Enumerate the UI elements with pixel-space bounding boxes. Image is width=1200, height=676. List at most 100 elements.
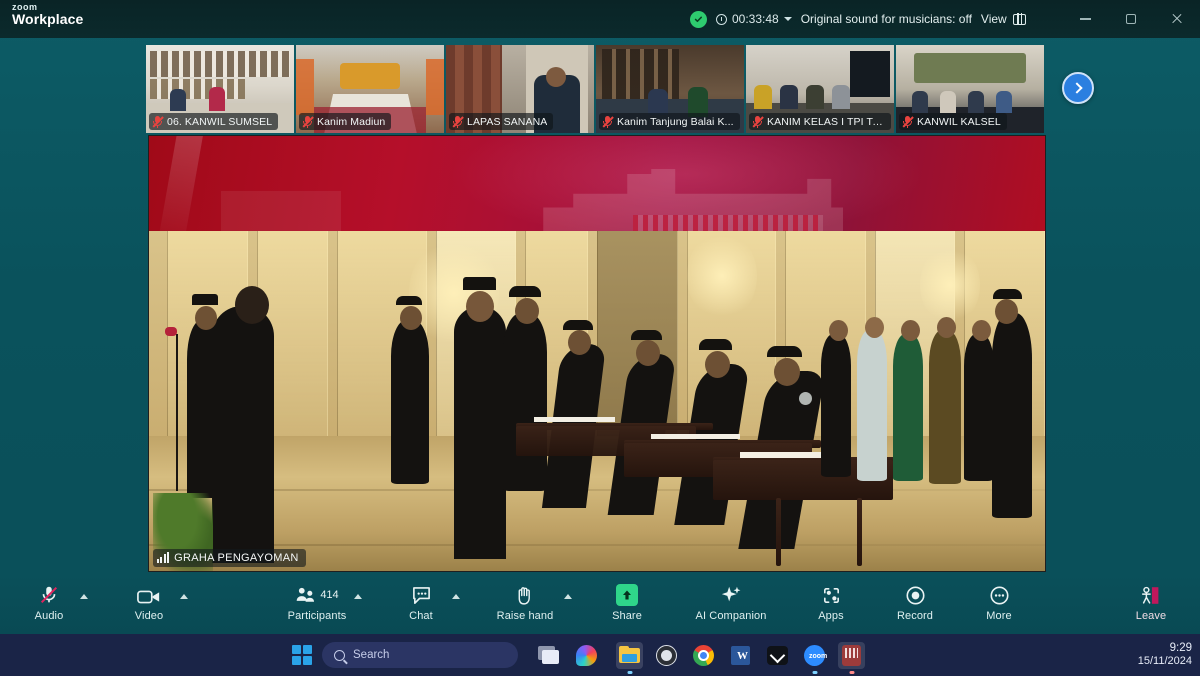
system-tray: 9:29 15/11/2024 (1138, 634, 1192, 676)
microsoft-word-icon[interactable]: W (727, 642, 754, 669)
capcut-icon[interactable] (764, 642, 791, 669)
mic-muted-icon (452, 115, 464, 128)
sparkle-icon (720, 584, 742, 606)
signal-bars-icon (157, 552, 170, 563)
minimize-button[interactable] (1062, 0, 1108, 38)
leave-meeting-button[interactable]: Leave (1124, 575, 1178, 631)
clock-time: 9:29 (1169, 641, 1192, 654)
participant-thumbnail-strip[interactable]: 06. KANWIL SUMSEL Kanim Madiun LAPAS SAN… (146, 45, 1048, 133)
person-silhouette (186, 319, 223, 498)
thumbnail-name: KANIM KELAS I TPI TA... (767, 115, 885, 128)
close-button[interactable] (1154, 0, 1200, 38)
ai-companion-button[interactable]: AI Companion (688, 575, 774, 631)
title-bar: zoom Workplace 00:33:48 Original sound f… (0, 0, 1200, 38)
maximize-button[interactable] (1108, 0, 1154, 38)
thumbnail-name-badge: 06. KANWIL SUMSEL (149, 113, 279, 130)
shared-screen-stage[interactable]: GRAHA PENGAYOMAN (148, 135, 1046, 572)
thumbnail-name-badge: Kanim Madiun (299, 113, 392, 130)
participant-thumbnail[interactable]: Kanim Madiun (296, 45, 444, 133)
thumbnail-name-badge: KANWIL KALSEL (899, 113, 1007, 130)
meeting-timer-value: 00:33:48 (732, 12, 779, 26)
participant-thumbnail[interactable]: LAPAS SANANA (446, 45, 594, 133)
participants-options-chevron-up-icon[interactable] (354, 593, 362, 599)
filmstrip-next-page-button[interactable] (1062, 72, 1094, 104)
meeting-timer[interactable]: 00:33:48 (716, 12, 792, 26)
audio-options-chevron-up-icon[interactable] (80, 593, 88, 599)
raise-hand-label: Raise hand (496, 610, 554, 622)
participant-thumbnail[interactable]: KANIM KELAS I TPI TA... (746, 45, 894, 133)
audio-label: Audio (34, 610, 64, 622)
thumbnail-name: KANWIL KALSEL (917, 115, 1001, 128)
audio-button[interactable]: Audio (22, 575, 76, 631)
record-button[interactable]: Record (888, 575, 942, 631)
minimize-icon (1079, 18, 1091, 20)
meeting-status-group: 00:33:48 Original sound for musicians: o… (690, 0, 1026, 38)
raise-hand-control-group: Raise hand (490, 575, 572, 631)
record-label: Record (896, 610, 934, 622)
thumbnail-name-badge: KANIM KELAS I TPI TA... (749, 113, 891, 130)
close-icon (1171, 13, 1183, 25)
video-label: Video (134, 610, 164, 622)
original-sound-status[interactable]: Original sound for musicians: off (801, 12, 972, 26)
apps-icon (821, 584, 842, 606)
video-options-chevron-up-icon[interactable] (180, 593, 188, 599)
copilot-icon[interactable] (573, 642, 600, 669)
participant-thumbnail[interactable]: KANWIL KALSEL (896, 45, 1044, 133)
clock-date: 15/11/2024 (1137, 655, 1192, 668)
ai-companion-label: AI Companion (695, 610, 767, 622)
active-speaker-name: GRAHA PENGAYOMAN (174, 552, 299, 564)
zoom-icon[interactable]: zoom (801, 642, 828, 674)
clock-icon (716, 13, 727, 25)
video-button[interactable]: Video (122, 575, 176, 631)
share-screen-button[interactable]: Share (600, 575, 654, 631)
leave-label: Leave (1135, 610, 1167, 622)
file-explorer-icon[interactable] (616, 641, 643, 674)
microphone-muted-icon (38, 584, 60, 606)
taskbar-apps: Search W zoom (292, 634, 865, 676)
raise-hand-options-chevron-up-icon[interactable] (564, 593, 572, 599)
google-chrome-icon[interactable] (690, 642, 717, 669)
ceremony-video-scene: GRAHA PENGAYOMAN (149, 231, 1045, 571)
windows-start-icon[interactable] (292, 645, 312, 665)
chat-bubble-icon (411, 584, 432, 606)
search-placeholder: Search (353, 649, 390, 661)
participants-count: 414 (320, 589, 339, 601)
mic-muted-icon (152, 115, 164, 128)
chat-options-chevron-up-icon[interactable] (452, 593, 460, 599)
leave-meeting-icon (1139, 584, 1163, 606)
chevron-down-icon[interactable] (783, 17, 792, 21)
obs-studio-icon[interactable] (653, 642, 680, 669)
raise-hand-button[interactable]: Raise hand (490, 575, 560, 631)
video-control-group: Video (122, 575, 188, 631)
grid-view-icon (1012, 13, 1026, 25)
app-red-icon[interactable] (838, 641, 865, 674)
apps-button[interactable]: Apps (804, 575, 858, 631)
thumbnail-name: Kanim Madiun (317, 115, 386, 128)
view-button-label: View (980, 12, 1007, 26)
ceremony-banner-graphic (149, 136, 1045, 231)
windows-taskbar: Search W zoom 9:29 15/11/2024 (0, 634, 1200, 676)
hand-icon (515, 584, 535, 606)
person-silhouette (991, 313, 1032, 519)
camera-icon (137, 584, 161, 606)
person-silhouette (453, 306, 506, 560)
thumbnail-name: 06. KANWIL SUMSEL (167, 115, 273, 128)
thumbnail-name: LAPAS SANANA (467, 115, 548, 128)
participants-button[interactable]: 414 Participants (284, 575, 350, 631)
taskbar-clock[interactable]: 9:29 15/11/2024 (1138, 641, 1192, 669)
shield-check-icon[interactable] (690, 10, 707, 28)
search-input[interactable]: Search (322, 642, 518, 668)
record-icon (905, 584, 926, 606)
participants-control-group: 414 Participants (284, 575, 362, 631)
share-label: Share (612, 610, 642, 622)
participant-thumbnail[interactable]: 06. KANWIL SUMSEL (146, 45, 294, 133)
participant-thumbnail[interactable]: Kanim Tanjung Balai K... (596, 45, 744, 133)
view-button[interactable]: View (981, 12, 1026, 26)
mic-muted-icon (902, 115, 914, 128)
more-label: More (986, 610, 1012, 622)
ellipsis-icon (989, 584, 1010, 606)
task-view-icon[interactable] (536, 642, 563, 669)
chat-button[interactable]: Chat (394, 575, 448, 631)
more-button[interactable]: More (972, 575, 1026, 631)
brand-workplace: Workplace (12, 11, 84, 28)
